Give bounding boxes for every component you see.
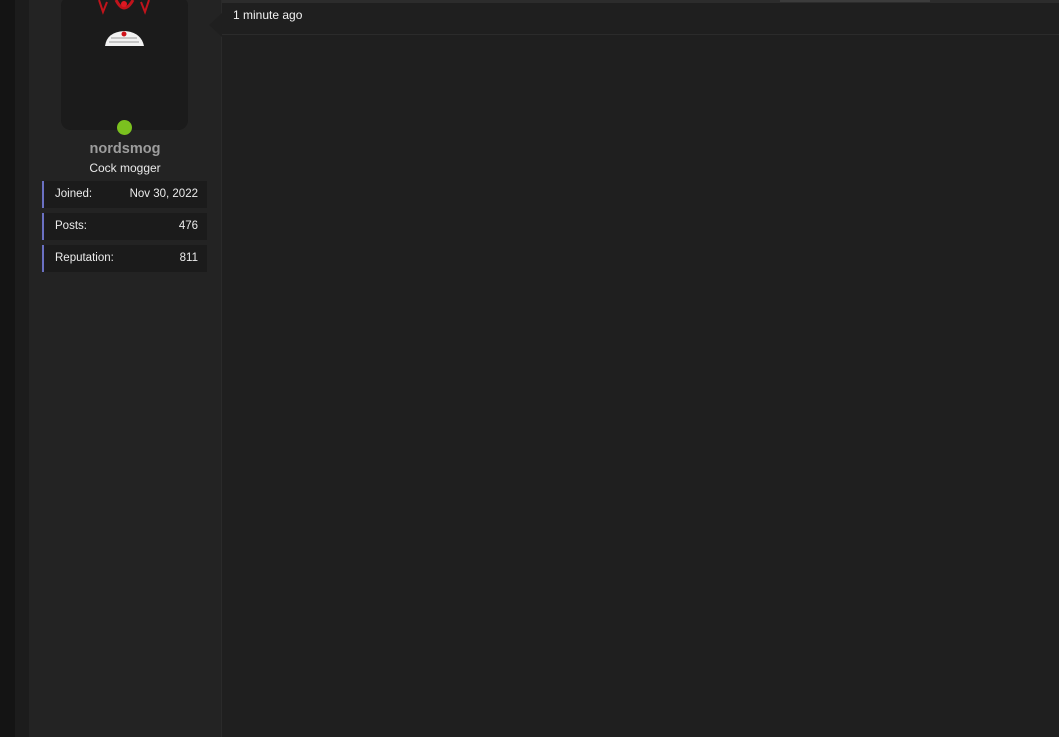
stat-label: Reputation: xyxy=(55,252,114,264)
post-body xyxy=(222,35,1059,737)
post-header: 1 minute ago xyxy=(222,0,1059,35)
stat-reputation: Reputation: 811 xyxy=(42,245,207,272)
avatar[interactable] xyxy=(61,0,188,130)
post-timestamp-link[interactable]: 1 minute ago xyxy=(233,8,302,22)
user-title: Cock mogger xyxy=(89,161,161,175)
avatar-image-icon xyxy=(61,0,188,130)
forum-post: nordsmog Cock mogger Joined: Nov 30, 202… xyxy=(0,0,1059,737)
stat-value: 476 xyxy=(178,220,198,232)
user-info-panel: nordsmog Cock mogger Joined: Nov 30, 202… xyxy=(29,0,222,737)
stat-value: 811 xyxy=(179,252,198,264)
stat-label: Joined: xyxy=(55,188,93,200)
stat-posts: Posts: 476 xyxy=(42,213,207,240)
post-pointer-arrow xyxy=(209,12,223,38)
stat-value: Nov 30, 2022 xyxy=(129,188,198,200)
online-status-indicator xyxy=(117,120,132,135)
page-gutter xyxy=(15,0,29,737)
stat-joined: Joined: Nov 30, 2022 xyxy=(42,181,207,208)
stat-label: Posts: xyxy=(55,220,87,232)
username[interactable]: nordsmog xyxy=(29,141,221,157)
page-left-edge xyxy=(0,0,15,737)
